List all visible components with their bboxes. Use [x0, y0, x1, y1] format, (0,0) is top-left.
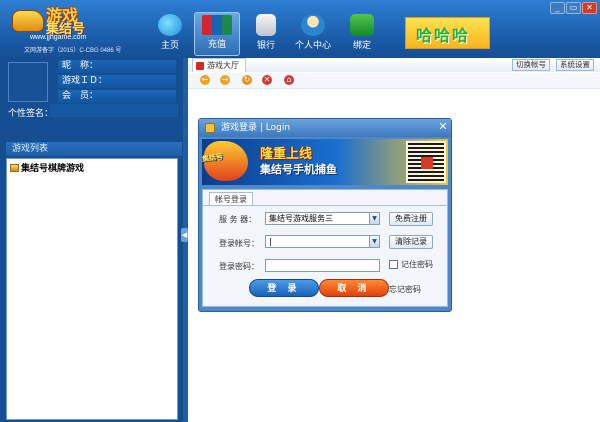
login-dialog: 游戏登录 | Login ✕ 集结号 隆重上线 集结号手机捕鱼 帐号登录 服 务…: [198, 118, 452, 312]
minimize-button[interactable]: _: [550, 2, 565, 14]
nickname-label: 昵 称：: [58, 60, 176, 73]
bank-icon: [256, 14, 276, 36]
nav-recharge-label: 充值: [207, 40, 226, 50]
switch-account-button[interactable]: 切换帐号: [512, 59, 550, 71]
password-label: 登录密码：: [219, 262, 259, 271]
server-select[interactable]: 集结号游戏服务三 ▼: [265, 212, 380, 225]
forgot-password-link[interactable]: 忘记密码: [389, 284, 421, 295]
remember-password-checkbox[interactable]: [389, 260, 398, 269]
back-arrow-icon[interactable]: ←: [200, 75, 210, 85]
phone-bind-icon: [350, 14, 374, 36]
tab-bar: 游戏大厅 切换帐号 系统设置: [188, 58, 600, 72]
nav-bind-label: 绑定: [352, 41, 371, 51]
maximize-button[interactable]: ▭: [566, 2, 581, 14]
game-id-label: 游戏ＩＤ：: [58, 75, 176, 88]
nav-recharge-button[interactable]: 充值: [194, 12, 240, 56]
hall-tab-icon: [196, 62, 204, 70]
folder-icon: [10, 163, 19, 172]
nav-user-center-button[interactable]: 个人中心: [290, 14, 336, 54]
cancel-button[interactable]: 取 消: [319, 279, 389, 297]
login-dialog-title: 游戏登录 | Login: [221, 123, 291, 133]
forward-arrow-icon[interactable]: →: [220, 75, 230, 85]
qr-code-icon: [406, 141, 446, 183]
home-icon[interactable]: ⌂: [284, 75, 294, 85]
list-item[interactable]: 集结号棋牌游戏: [10, 161, 84, 174]
tab-account-login[interactable]: 帐号登录: [209, 192, 253, 206]
list-item-label: 集结号棋牌游戏: [21, 164, 85, 174]
logo-car-icon: [12, 10, 44, 32]
remember-password-label: 记住密码: [401, 260, 433, 269]
nav-user-center-label: 个人中心: [294, 41, 331, 51]
account-value: |: [269, 237, 272, 246]
home-globe-icon: [158, 14, 182, 36]
chevron-down-icon[interactable]: ▼: [369, 213, 379, 224]
refresh-icon[interactable]: ↻: [242, 75, 252, 85]
stop-icon[interactable]: ✕: [262, 75, 272, 85]
ad-headline: 隆重上线: [260, 147, 313, 162]
user-icon: [301, 14, 325, 36]
game-list: 集结号棋牌游戏: [6, 158, 178, 420]
signature-field[interactable]: [50, 104, 178, 117]
collapse-sidebar-button[interactable]: ◀: [181, 228, 188, 242]
ad-subline: 集结号手机捕鱼: [260, 163, 337, 176]
fishing-ad-banner[interactable]: 集结号 隆重上线 集结号手机捕鱼: [202, 139, 448, 185]
password-input[interactable]: [265, 259, 380, 272]
tab-divider: [203, 205, 447, 206]
tab-game-hall-label: 游戏大厅: [207, 61, 239, 70]
login-form-panel: 帐号登录 服 务 器： 集结号游戏服务三 ▼ 免费注册 登录帐号： | ▼ 清除…: [202, 189, 448, 307]
login-dialog-title-bar: 游戏登录 | Login: [199, 119, 451, 137]
close-window-button[interactable]: ✕: [582, 2, 597, 14]
system-settings-button[interactable]: 系统设置: [556, 59, 594, 71]
avatar[interactable]: [8, 62, 48, 102]
top-bar: 游戏 集结号 www.jjhgame.com 文网游备字（2015）C-CBG …: [0, 0, 600, 58]
app-logo: 游戏 集结号 www.jjhgame.com 文网游备字（2015）C-CBG …: [6, 2, 136, 54]
signature-label: 个性签名：: [8, 109, 54, 119]
tab-game-hall[interactable]: 游戏大厅: [192, 58, 246, 72]
member-label: 会 员：: [58, 90, 176, 103]
game-list-title: 游戏列表: [6, 142, 182, 156]
unionpay-icon: [202, 15, 232, 35]
clear-records-button[interactable]: 清除记录: [389, 235, 433, 249]
login-button[interactable]: 登 录: [249, 279, 319, 297]
logo-url: www.jjhgame.com: [30, 34, 87, 41]
account-label: 登录帐号：: [219, 239, 259, 248]
server-value: 集结号游戏服务三: [269, 214, 333, 223]
nav-home-button[interactable]: 主页: [150, 14, 190, 54]
server-label: 服 务 器：: [219, 215, 257, 224]
chevron-down-icon[interactable]: ▼: [369, 236, 379, 247]
license-text: 文网游备字（2015）C-CBG 0486 号: [24, 48, 122, 54]
close-icon[interactable]: ✕: [437, 121, 449, 133]
nav-home-label: 主页: [160, 41, 179, 51]
nav-bind-button[interactable]: 绑定: [342, 14, 382, 54]
promo-banner-text: 哈哈哈: [416, 26, 471, 45]
account-input[interactable]: | ▼: [265, 235, 380, 248]
key-icon: [205, 123, 215, 133]
nav-bank-button[interactable]: 银行: [246, 14, 286, 54]
free-register-button[interactable]: 免费注册: [389, 212, 433, 226]
left-sidebar: 昵 称： 游戏ＩＤ： 会 员： 个性签名： 游戏列表 集结号棋牌游戏: [0, 58, 183, 422]
promo-banner[interactable]: 哈哈哈: [405, 17, 490, 49]
nav-bank-label: 银行: [256, 41, 275, 51]
browser-toolbar: ← → ↻ ✕ ⌂: [188, 73, 600, 89]
